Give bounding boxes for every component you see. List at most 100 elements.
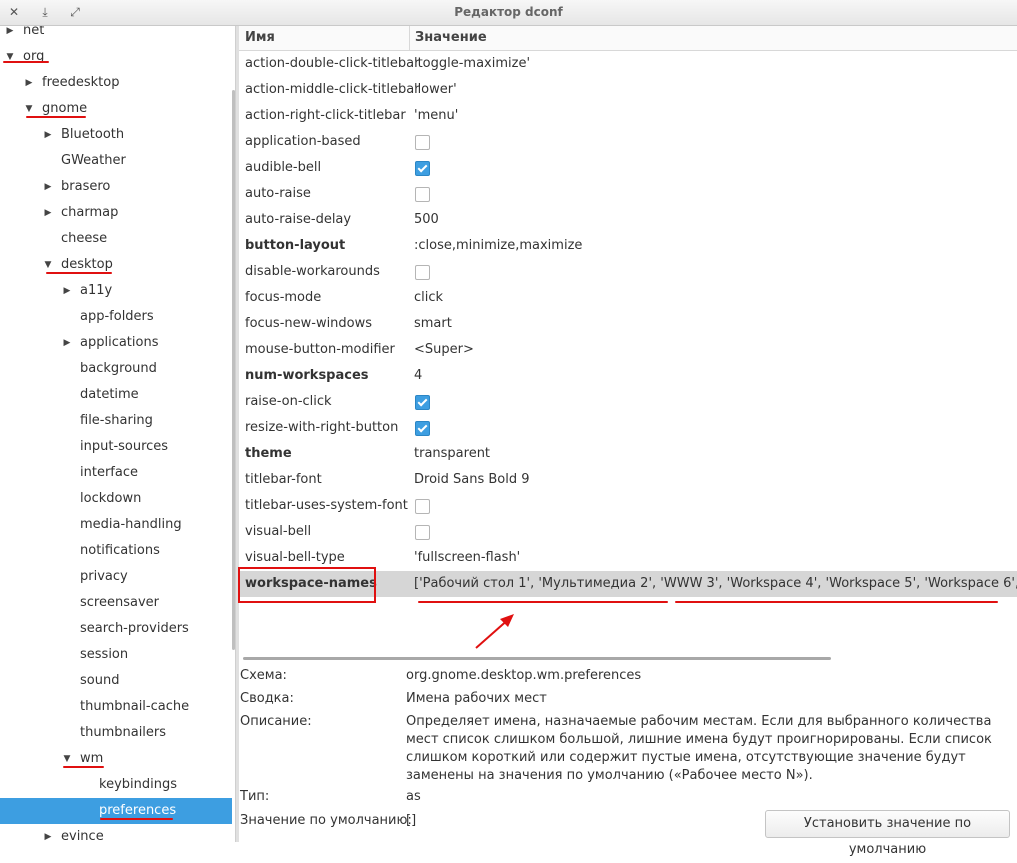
tree-item-sound[interactable]: sound [0, 668, 232, 694]
table-row[interactable]: focus-new-windows smart [239, 311, 1017, 337]
table-row[interactable]: visual-bell [239, 519, 1017, 545]
tree-item-thumbnailers[interactable]: thumbnailers [0, 720, 232, 746]
tree-item-thumbnail-cache[interactable]: thumbnail-cache [0, 694, 232, 720]
key-name: auto-raise-delay [245, 212, 352, 227]
table-row[interactable]: audible-bell [239, 155, 1017, 181]
key-value: 500 [414, 212, 439, 227]
table-row[interactable]: resize-with-right-button [239, 415, 1017, 441]
tree-item-org[interactable]: ▼ org [0, 44, 232, 70]
tree-item-input-sources[interactable]: input-sources [0, 434, 232, 460]
annotation-underline-gnome [26, 116, 86, 118]
tree-item-freedesktop[interactable]: ▶ freedesktop [0, 70, 232, 96]
table-row[interactable]: application-based [239, 129, 1017, 155]
tree-item-net[interactable]: ▶ net [0, 26, 232, 44]
tree-item-applications[interactable]: ▶ applications [0, 330, 232, 356]
tree-item-brasero[interactable]: ▶ brasero [0, 174, 232, 200]
tree-item-a11y[interactable]: ▶ a11y [0, 278, 232, 304]
tree-item-app-folders[interactable]: app-folders [0, 304, 232, 330]
tree-item-label: evince [61, 829, 104, 842]
key-value: transparent [414, 446, 491, 461]
window-title: Редактор dconf [454, 5, 563, 19]
tree-item-desktop[interactable]: ▼ desktop [0, 252, 232, 278]
tree-item-keybindings[interactable]: keybindings [0, 772, 232, 798]
key-checkbox[interactable] [415, 265, 430, 280]
key-checkbox[interactable] [415, 395, 430, 410]
tree-item-label: freedesktop [42, 75, 120, 90]
schema-label: Схема: [240, 668, 287, 683]
table-row[interactable]: action-middle-click-titlebar'lower' [239, 77, 1017, 103]
collapsed-arrow-icon[interactable]: ▶ [61, 330, 73, 356]
tree-item-wm[interactable]: ▼ wm [0, 746, 232, 772]
tree-item-gweather[interactable]: GWeather [0, 148, 232, 174]
tree-item-notifications[interactable]: notifications [0, 538, 232, 564]
expanded-arrow-icon[interactable]: ▼ [4, 44, 16, 70]
collapsed-arrow-icon[interactable]: ▶ [42, 122, 54, 148]
tree-item-screensaver[interactable]: screensaver [0, 590, 232, 616]
tree-item-media-handling[interactable]: media-handling [0, 512, 232, 538]
table-row[interactable]: num-workspaces 4 [239, 363, 1017, 389]
summary-label: Сводка: [240, 691, 294, 706]
column-header-value[interactable]: Значение [415, 26, 487, 50]
tree-item-label: notifications [80, 543, 160, 558]
tree-item-interface[interactable]: interface [0, 460, 232, 486]
tree-item-datetime[interactable]: datetime [0, 382, 232, 408]
annotation-underline-value-1 [418, 601, 668, 603]
collapsed-arrow-icon[interactable]: ▶ [42, 200, 54, 226]
collapsed-arrow-icon[interactable]: ▶ [4, 26, 16, 44]
table-row[interactable]: titlebar-uses-system-font [239, 493, 1017, 519]
key-name: raise-on-click [245, 394, 332, 409]
schema-value: org.gnome.desktop.wm.preferences [406, 668, 642, 683]
annotation-underline-desktop [46, 272, 112, 274]
table-row[interactable]: titlebar-font Droid Sans Bold 9 [239, 467, 1017, 493]
tree-item-charmap[interactable]: ▶ charmap [0, 200, 232, 226]
key-checkbox[interactable] [415, 161, 430, 176]
table-row[interactable]: action-double-click-titlebar'toggle-maxi… [239, 51, 1017, 77]
horizontal-scrollbar[interactable] [243, 657, 831, 660]
table-row[interactable]: raise-on-click [239, 389, 1017, 415]
collapsed-arrow-icon[interactable]: ▶ [23, 70, 35, 96]
tree-item-gnome[interactable]: ▼ gnome [0, 96, 232, 122]
annotation-box-workspace-names [238, 567, 376, 603]
key-checkbox[interactable] [415, 187, 430, 202]
key-value: 'menu' [414, 108, 459, 123]
tree-item-search-providers[interactable]: search-providers [0, 616, 232, 642]
tree-item-evince[interactable]: ▶ evince [0, 824, 232, 842]
summary-value: Имена рабочих мест [406, 691, 547, 706]
key-name: action-right-click-titlebar [245, 108, 406, 123]
table-row[interactable]: auto-raise [239, 181, 1017, 207]
tree-item-background[interactable]: background [0, 356, 232, 382]
default-label: Значение по умолчанию: [240, 813, 412, 828]
tree-item-privacy[interactable]: privacy [0, 564, 232, 590]
table-row[interactable]: mouse-button-modifier <Super> [239, 337, 1017, 363]
tree-item-preferences[interactable]: preferences [0, 798, 232, 824]
collapsed-arrow-icon[interactable]: ▶ [61, 278, 73, 304]
tree-item-label: datetime [80, 387, 139, 402]
tree-item-bluetooth[interactable]: ▶ Bluetooth [0, 122, 232, 148]
table-row[interactable]: button-layout:close,minimize,maximize [239, 233, 1017, 259]
table-row[interactable]: auto-raise-delay 500 [239, 207, 1017, 233]
expanded-arrow-icon[interactable]: ▼ [42, 252, 54, 278]
tree-item-cheese[interactable]: cheese [0, 226, 232, 252]
expanded-arrow-icon[interactable]: ▼ [23, 96, 35, 122]
tree-item-file-sharing[interactable]: file-sharing [0, 408, 232, 434]
collapsed-arrow-icon[interactable]: ▶ [42, 174, 54, 200]
key-name: action-double-click-titlebar [245, 56, 420, 71]
key-checkbox[interactable] [415, 135, 430, 150]
collapsed-arrow-icon[interactable]: ▶ [42, 824, 54, 842]
tree-item-session[interactable]: session [0, 642, 232, 668]
table-row[interactable]: action-right-click-titlebar 'menu' [239, 103, 1017, 129]
tree-item-label: cheese [61, 231, 108, 246]
column-header-name[interactable]: Имя [245, 26, 275, 50]
key-checkbox[interactable] [415, 525, 430, 540]
tree-item-label: thumbnail-cache [80, 699, 190, 714]
table-row[interactable]: focus-mode click [239, 285, 1017, 311]
key-name: visual-bell [245, 524, 312, 539]
key-checkbox[interactable] [415, 499, 430, 514]
expanded-arrow-icon[interactable]: ▼ [61, 746, 73, 772]
key-checkbox[interactable] [415, 421, 430, 436]
tree-item-lockdown[interactable]: lockdown [0, 486, 232, 512]
table-row[interactable]: disable-workarounds [239, 259, 1017, 285]
reset-default-button[interactable]: Установить значение по умолчанию [765, 810, 1010, 857]
tree-item-label: applications [80, 335, 159, 350]
table-row[interactable]: theme transparent [239, 441, 1017, 467]
